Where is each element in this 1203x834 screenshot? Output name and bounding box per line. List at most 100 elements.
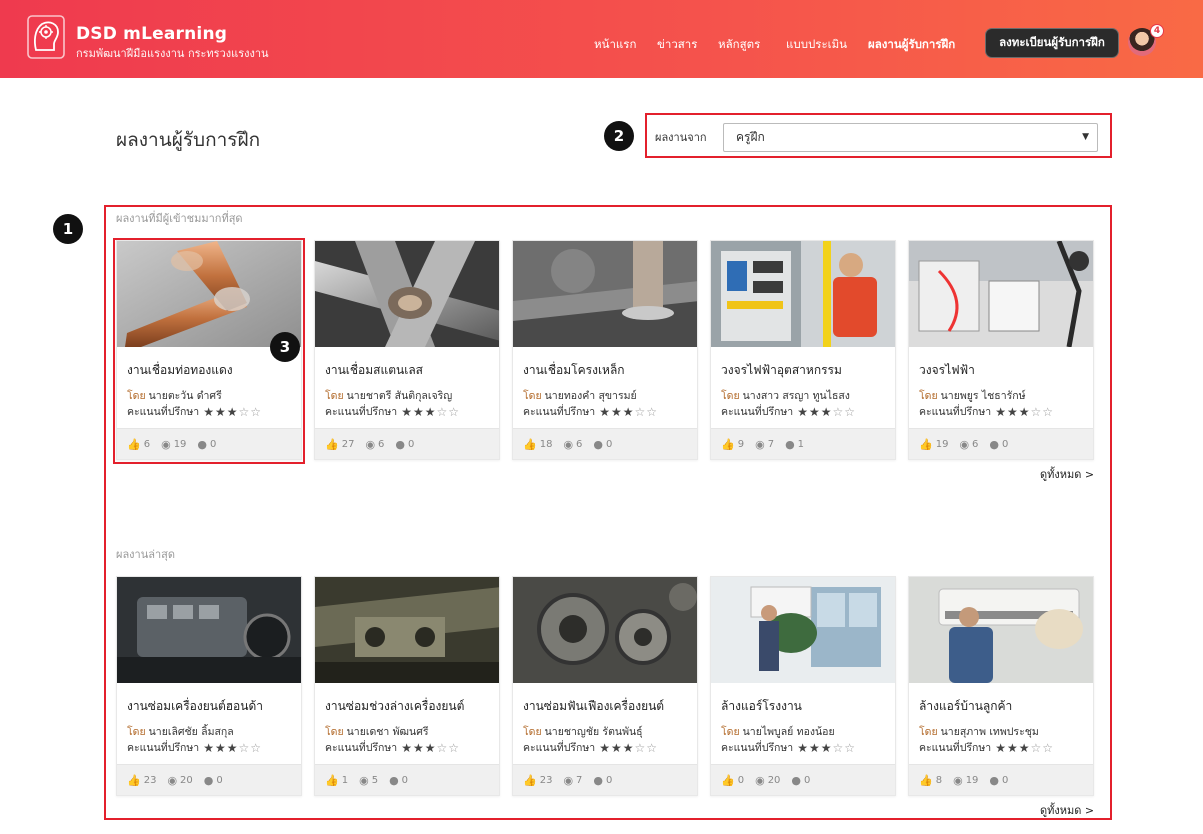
comment-count: 0: [1002, 774, 1009, 786]
work-card[interactable]: งานซ่อมฟันเฟืองเครื่องยนต์ โดย นายชาญชัย …: [512, 576, 698, 796]
comment-count: 0: [401, 774, 409, 786]
star-rating: ★★★☆☆: [203, 740, 262, 755]
comment-icon[interactable]: ●: [785, 438, 795, 451]
advisor-score: คะแนนที่ปรึกษา ★★★☆☆: [523, 403, 658, 420]
comment-icon[interactable]: ●: [395, 438, 405, 451]
nav-item-courses[interactable]: หลักสูตร: [718, 36, 760, 54]
filter-panel: ผลงานจาก ครูฝึก ▼: [645, 113, 1112, 158]
view-count: 6: [378, 438, 385, 450]
register-trainee-button[interactable]: ลงทะเบียนผู้รับการฝึก: [985, 28, 1119, 58]
star-rating: ★★★☆☆: [401, 404, 460, 419]
source-select-value: ครูฝึก: [736, 130, 765, 144]
work-title[interactable]: ล้างแอร์โรงงาน: [721, 697, 802, 716]
work-stats: 👍 9 ◉ 7 ● 1: [711, 428, 895, 459]
star-rating: ★★★☆☆: [599, 404, 658, 419]
work-stats: 👍 0 ◉ 20 ● 0: [711, 764, 895, 795]
dsd-logo-icon[interactable]: [26, 14, 66, 60]
work-image-steel-frame[interactable]: [513, 241, 697, 347]
advisor-score: คะแนนที่ปรึกษา ★★★☆☆: [325, 739, 460, 756]
work-image-industrial-circuit[interactable]: [711, 241, 895, 347]
eye-icon: ◉: [953, 773, 963, 787]
view-count: 6: [972, 438, 979, 450]
thumbs-up-icon[interactable]: 👍: [325, 774, 339, 787]
thumbs-up-icon[interactable]: 👍: [919, 438, 933, 451]
author-name[interactable]: นายไพบูลย์ ทองน้อย: [743, 726, 835, 738]
thumbs-up-icon[interactable]: 👍: [325, 438, 339, 451]
thumbs-up-icon[interactable]: 👍: [919, 774, 933, 787]
work-author: โดย นายชาญชัย รัตนพันธุ์: [523, 723, 643, 740]
score-label: คะแนนที่ปรึกษา: [325, 742, 398, 754]
comment-icon[interactable]: ●: [989, 438, 999, 451]
annotation-marker-1: 1: [53, 214, 83, 244]
thumbs-up-icon[interactable]: 👍: [721, 438, 735, 451]
thumbs-up-icon[interactable]: 👍: [523, 774, 537, 787]
source-select[interactable]: ครูฝึก ▼: [723, 123, 1098, 152]
work-image-honda-engine[interactable]: [117, 577, 301, 683]
work-card[interactable]: ล้างแอร์โรงงาน โดย นายไพบูลย์ ทองน้อย คะแ…: [710, 576, 896, 796]
work-title[interactable]: วงจรไฟฟ้าอุตสาหกรรม: [721, 361, 842, 380]
brand-title[interactable]: DSD mLearning: [76, 24, 227, 44]
score-label: คะแนนที่ปรึกษา: [919, 742, 992, 754]
work-card[interactable]: ล้างแอร์บ้านลูกค้า โดย นายสุภาพ เทพประชุม…: [908, 576, 1094, 796]
brand-subtitle: กรมพัฒนาฝีมือแรงงาน กระทรวงแรงงาน: [76, 47, 269, 60]
filter-label: ผลงานจาก: [655, 131, 707, 144]
advisor-score: คะแนนที่ปรึกษา ★★★☆☆: [325, 403, 460, 420]
work-image-electric-circuit[interactable]: [909, 241, 1093, 347]
work-card[interactable]: วงจรไฟฟ้าอุตสาหกรรม โดย นางสาว สรญา ทูนไธ…: [710, 240, 896, 460]
author-name[interactable]: นายสุภาพ เทพประชุม: [941, 726, 1039, 738]
nav-item-home[interactable]: หน้าแรก: [594, 36, 636, 54]
work-card[interactable]: งานซ่อมเครื่องยนต์ฮอนด้า โดย นายเลิศชัย ล…: [116, 576, 302, 796]
like-count: 19: [935, 438, 949, 450]
work-title[interactable]: งานซ่อมช่วงล่างเครื่องยนต์: [325, 697, 464, 716]
thumbs-up-icon[interactable]: 👍: [523, 438, 537, 451]
work-card[interactable]: งานซ่อมช่วงล่างเครื่องยนต์ โดย นายเดชา พั…: [314, 576, 500, 796]
comment-count: 0: [606, 438, 613, 450]
work-image-engine-gears[interactable]: [513, 577, 697, 683]
by-label: โดย: [919, 390, 938, 402]
author-name[interactable]: นายพยูร ไชธารักษ์: [941, 390, 1026, 402]
see-all-most-viewed-link[interactable]: ดูทั้งหมด >: [1040, 465, 1094, 483]
work-image-factory-ac[interactable]: [711, 577, 895, 683]
thumbs-up-icon[interactable]: 👍: [721, 774, 735, 787]
comment-icon[interactable]: ●: [989, 774, 999, 787]
score-label: คะแนนที่ปรึกษา: [721, 406, 794, 418]
work-card[interactable]: งานเชื่อมโครงเหล็ก โดย นายทองคำ สุขารมย์ …: [512, 240, 698, 460]
notification-badge[interactable]: 4: [1150, 24, 1164, 38]
see-all-latest-link[interactable]: ดูทั้งหมด >: [1040, 801, 1094, 819]
work-title[interactable]: งานเชื่อมโครงเหล็ก: [523, 361, 625, 380]
nav-item-assessment[interactable]: แบบประเมิน: [786, 36, 847, 54]
work-author: โดย นายเลิศชัย ลิ้มสกุล: [127, 723, 234, 740]
nav-item-news[interactable]: ข่าวสาร: [657, 36, 697, 54]
thumbs-up-icon[interactable]: 👍: [127, 774, 141, 787]
work-title[interactable]: ล้างแอร์บ้านลูกค้า: [919, 697, 1012, 716]
star-rating: ★★★☆☆: [401, 740, 460, 755]
work-title[interactable]: งานซ่อมเครื่องยนต์ฮอนด้า: [127, 697, 263, 716]
work-card[interactable]: งานเชื่อมสแตนเลส โดย นายชาตรี สันติกุลเจร…: [314, 240, 500, 460]
work-image-stainless[interactable]: [315, 241, 499, 347]
author-name[interactable]: นายชาญชัย รัตนพันธุ์: [545, 726, 643, 738]
work-title[interactable]: งานเชื่อมสแตนเลส: [325, 361, 423, 380]
by-label: โดย: [325, 390, 344, 402]
author-name[interactable]: นางสาว สรญา ทูนไธสง: [743, 390, 850, 402]
like-count: 27: [341, 438, 355, 450]
annotation-marker-2: 2: [604, 121, 634, 151]
author-name[interactable]: นายเลิศชัย ลิ้มสกุล: [149, 726, 234, 738]
comment-icon[interactable]: ●: [593, 438, 603, 451]
author-name[interactable]: นายทองคำ สุขารมย์: [545, 390, 637, 402]
comment-icon[interactable]: ●: [389, 774, 399, 787]
nav-item-trainee-works[interactable]: ผลงานผู้รับการฝึก: [868, 36, 955, 54]
comment-icon[interactable]: ●: [791, 774, 801, 787]
work-title[interactable]: วงจรไฟฟ้า: [919, 361, 975, 380]
work-card[interactable]: วงจรไฟฟ้า โดย นายพยูร ไชธารักษ์ คะแนนที่ป…: [908, 240, 1094, 460]
by-label: โดย: [127, 726, 146, 738]
work-author: โดย นายทองคำ สุขารมย์: [523, 387, 637, 404]
work-image-undercarriage[interactable]: [315, 577, 499, 683]
top-header: DSD mLearning กรมพัฒนาฝีมือแรงงาน กระทรว…: [0, 0, 1203, 78]
work-title[interactable]: งานซ่อมฟันเฟืองเครื่องยนต์: [523, 697, 664, 716]
author-name[interactable]: นายชาตรี สันติกุลเจริญ: [347, 390, 453, 402]
comment-icon[interactable]: ●: [204, 774, 214, 787]
work-image-home-ac[interactable]: [909, 577, 1093, 683]
work-author: โดย นายเดชา พัฒนศรี: [325, 723, 429, 740]
author-name[interactable]: นายเดชา พัฒนศรี: [347, 726, 429, 738]
comment-icon[interactable]: ●: [593, 774, 603, 787]
